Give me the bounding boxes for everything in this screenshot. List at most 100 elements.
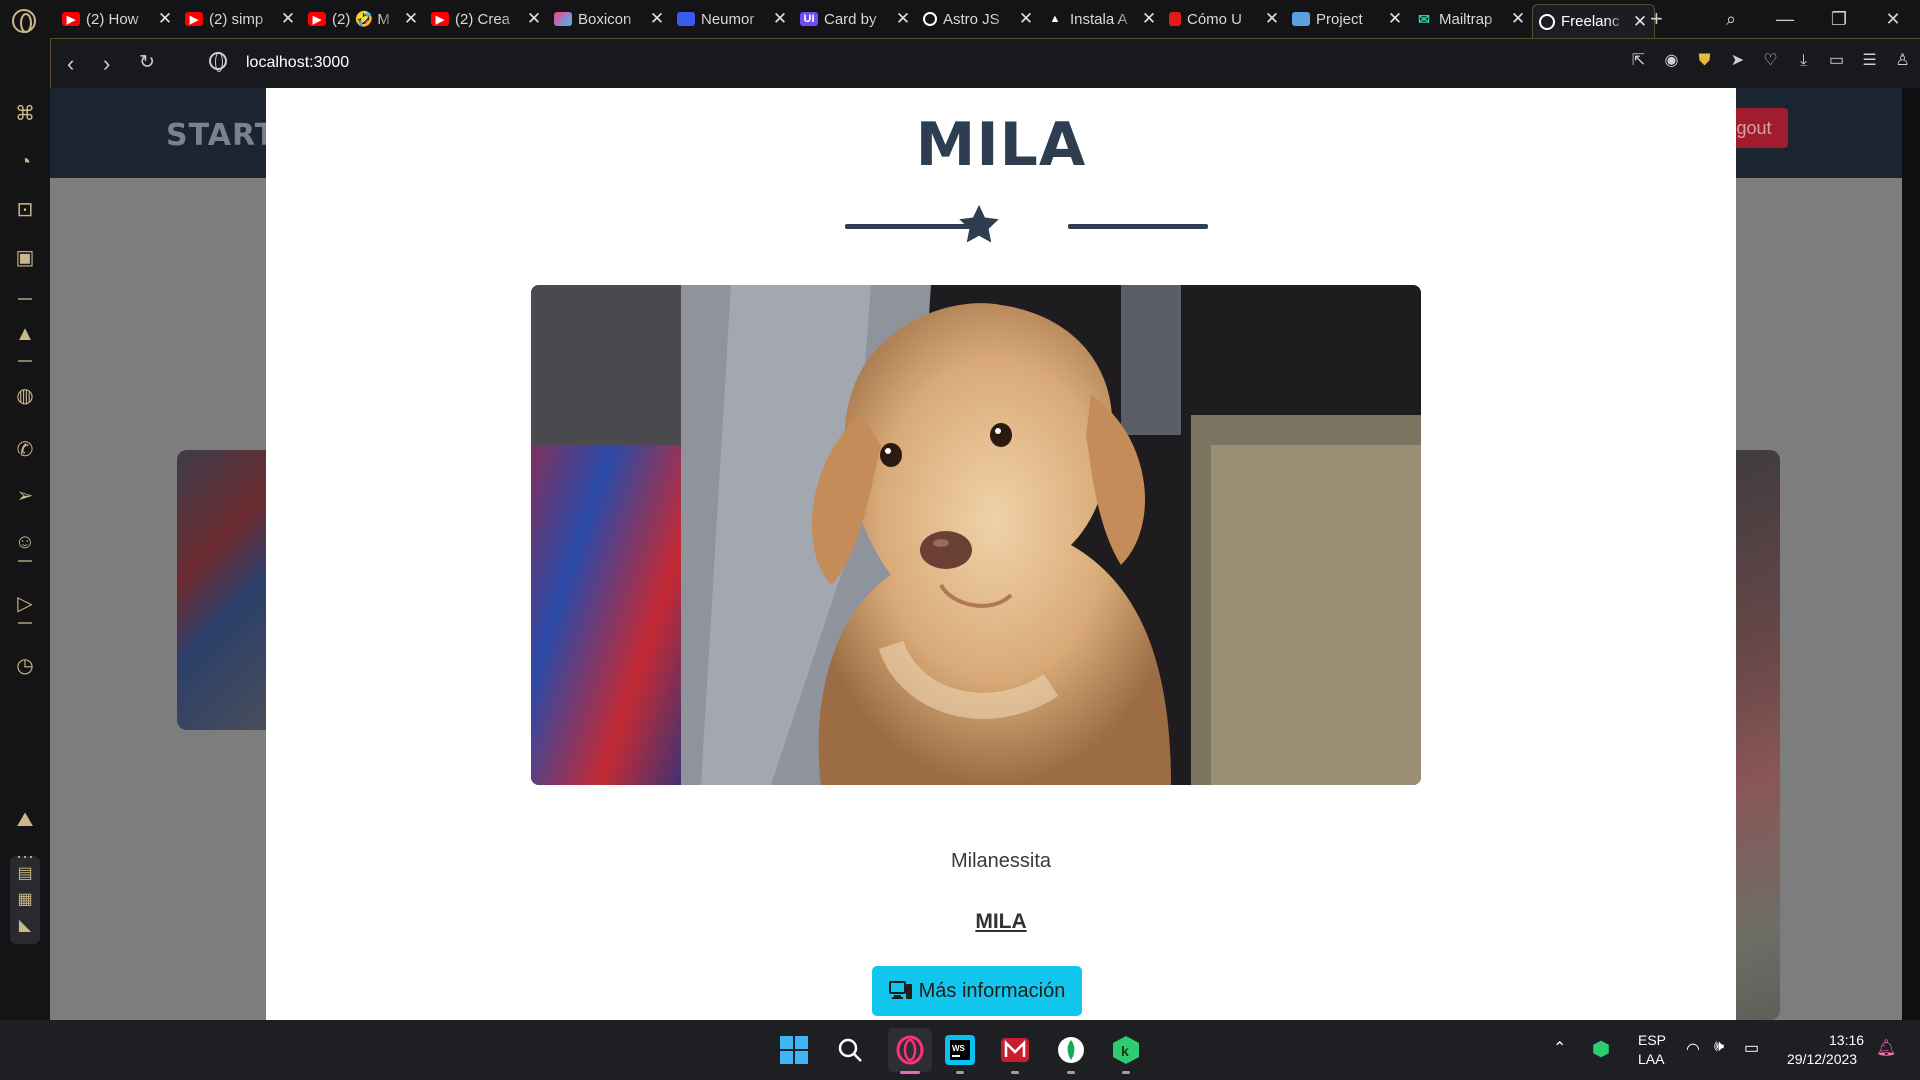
astro-logo-icon: ▲ [1049,13,1061,25]
close-icon[interactable]: ✕ [1510,9,1526,29]
star-icon [959,204,999,243]
tab-youtube-how[interactable]: ▶ (2) How ✕ [56,4,179,34]
network-limiter-icon[interactable]: ◣ [13,914,37,938]
start-button[interactable] [776,1032,812,1068]
whatsapp-icon[interactable]: ✆ [13,438,37,462]
close-icon[interactable]: ✕ [526,9,542,29]
taskbar-webstorm[interactable]: WS [942,1032,978,1074]
close-icon[interactable]: ✕ [1018,9,1034,29]
tray-time[interactable]: 13:16 [1829,1032,1864,1048]
close-icon[interactable]: ✕ [772,9,788,29]
close-icon[interactable]: ✕ [649,9,665,29]
speed-dial-icon[interactable]: ◔ [13,150,37,174]
close-icon[interactable]: ✕ [1141,9,1157,29]
gamepad-icon[interactable]: ⌘ [13,102,37,126]
shop-icon[interactable]: ⊡ [13,198,37,222]
tab-youtube-crea[interactable]: ▶ (2) Crea ✕ [425,4,548,34]
windows-taskbar: WS k ⌃ ESP LAA ◠ 🕪 ▭ 13:16 29/12/2023 🔔︎ [0,1020,1920,1080]
opera-gx-icon [896,1035,924,1065]
tray-date[interactable]: 29/12/2023 [1787,1051,1857,1067]
tab-project[interactable]: Project ✕ [1286,4,1409,34]
easy-setup-icon[interactable]: ☰ [1860,51,1879,70]
mail-app-icon [1001,1038,1029,1062]
close-icon[interactable]: ✕ [1264,9,1280,29]
wallpaper-icon[interactable]: ⛰ [13,808,37,832]
more-icon[interactable]: ··· [13,844,37,868]
svg-text:WS: WS [952,1044,966,1053]
youtube-icon: ▶ [308,12,326,26]
tab-label: (2) Crea [455,10,511,28]
browser-tab-strip: ▶ (2) How ✕ ▶ (2) simp ✕ ▶ (2) 🤣 M ✕ ▶ (… [0,0,1920,38]
tab-youtube-simp[interactable]: ▶ (2) simp ✕ [179,4,302,34]
red-bookmark-icon [1169,12,1181,26]
sidebar-monitor-group: ▤ ▦ ◣ [10,856,40,944]
boxicons-icon [554,12,572,26]
site-info-icon[interactable] [209,52,227,72]
messenger-icon[interactable]: ◍ [13,384,37,408]
tab-boxicons[interactable]: Boxicon ✕ [548,4,671,34]
tab-como[interactable]: Cómo U ✕ [1163,4,1286,34]
tab-youtube-emoji[interactable]: ▶ (2) 🤣 M ✕ [302,4,425,34]
puppy-photo-illustration [531,285,1421,785]
close-icon[interactable]: ✕ [403,9,419,29]
site-brand[interactable]: START [166,118,276,153]
taskbar-kommit[interactable]: k [1108,1032,1144,1074]
svg-text:k: k [1121,1043,1129,1059]
new-tab-icon[interactable]: + [1650,6,1663,32]
gx-control-icon[interactable]: ▣ [13,246,37,270]
minimize-icon[interactable]: — [1758,9,1812,30]
close-window-icon[interactable]: ✕ [1866,9,1920,30]
history-icon[interactable]: ◷ [13,654,37,678]
youtube-icon: ▶ [185,12,203,26]
tray-chevron-up-icon[interactable]: ⌃ [1553,1038,1566,1058]
close-icon[interactable]: ✕ [1387,9,1403,29]
close-icon[interactable]: ✕ [1632,12,1648,32]
cpu-limiter-icon[interactable]: ▦ [13,888,37,912]
tray-lang[interactable]: ESP [1638,1032,1666,1048]
close-icon[interactable]: ✕ [895,9,911,29]
close-icon[interactable]: ✕ [280,9,296,29]
reload-icon[interactable]: ↻ [139,51,155,74]
tab-astro[interactable]: Astro JS ✕ [917,4,1040,34]
wifi-icon[interactable]: ◠ [1686,1039,1700,1059]
tab-neumorphism[interactable]: Neumor ✕ [671,4,794,34]
share-icon[interactable]: ⇱ [1629,51,1648,70]
heart-icon[interactable]: ♡ [1761,51,1780,70]
taskbar-search[interactable] [832,1032,868,1068]
battery-saver-icon[interactable]: ▭ [1827,51,1846,70]
mongodb-icon [1058,1037,1084,1063]
download-icon[interactable]: ⤓ [1794,51,1813,70]
search-tabs-icon[interactable]: ⌕ [1704,9,1758,30]
tab-instala-astro[interactable]: ▲ Instala A ✕ [1040,4,1163,34]
more-info-button[interactable]: Más información [872,966,1082,1016]
notification-bell-icon[interactable]: 🔔︎ [1876,1038,1896,1058]
send-icon[interactable]: ➤ [1728,51,1747,70]
opera-gx-logo-icon[interactable] [12,9,36,33]
forward-icon[interactable]: › [103,51,110,77]
tray-app-icon[interactable] [1592,1040,1610,1061]
pet-name-link[interactable]: MILA [266,910,1736,934]
close-icon[interactable]: ✕ [157,9,173,29]
battery-icon[interactable]: ▭ [1744,1038,1759,1058]
telegram-icon[interactable]: ➢ [13,484,37,508]
taskbar-mailspring[interactable] [997,1032,1033,1074]
taskbar-mongodb-compass[interactable] [1053,1032,1089,1074]
aria-icon[interactable]: ▲ [13,322,37,346]
profile-icon[interactable]: ♙ [1893,51,1912,70]
tab-label: (2) simp [209,10,264,28]
camera-icon[interactable]: ◉ [1662,51,1681,70]
taskbar-opera-gx[interactable] [888,1028,932,1074]
adblock-shield-icon[interactable]: ⛊ [1695,51,1714,70]
discord-icon[interactable]: ☺ [13,530,37,554]
tab-mailtrap[interactable]: ✉ Mailtrap ✕ [1409,4,1532,34]
player-icon[interactable]: ▷ [13,592,37,616]
tray-layout[interactable]: LAA [1638,1051,1664,1067]
sidebar-divider [18,560,32,562]
tab-freelance-active[interactable]: Freelanc ✕ [1532,4,1655,38]
back-icon[interactable]: ‹ [67,51,74,77]
volume-icon[interactable]: 🕪 [1714,1038,1724,1056]
tab-uiverse-card[interactable]: UI Card by ✕ [794,4,917,34]
youtube-icon: ▶ [62,12,80,26]
url-field[interactable]: localhost:3000 [246,54,349,72]
restore-icon[interactable]: ❐ [1812,9,1866,30]
